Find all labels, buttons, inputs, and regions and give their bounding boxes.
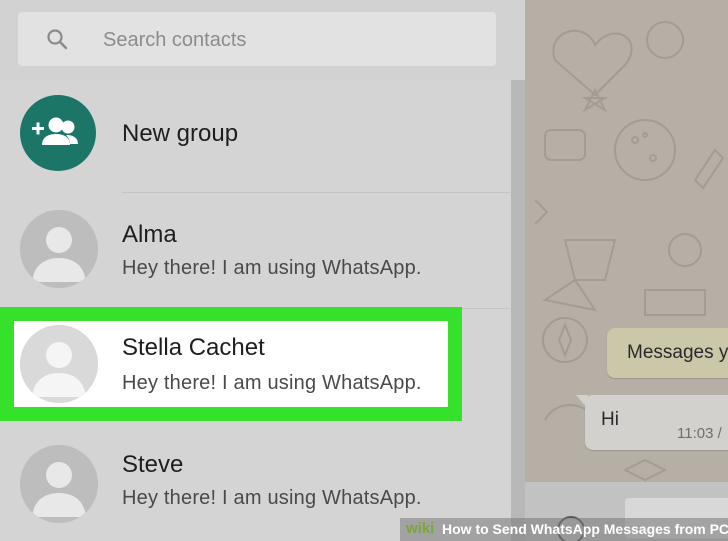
new-group-row[interactable]: New group <box>0 80 510 190</box>
contact-name: Alma <box>122 221 177 248</box>
chat-panel <box>525 0 728 541</box>
incoming-message-bubble: Messages y <box>607 328 728 378</box>
search-box[interactable] <box>18 12 496 66</box>
contact-status: Hey there! I am using WhatsApp. <box>122 487 422 509</box>
wikihow-logo: wiki <box>406 520 435 537</box>
avatar-icon <box>20 325 98 403</box>
contact-row-alma[interactable]: Alma Hey there! I am using WhatsApp. <box>0 193 510 307</box>
contact-name: Steve <box>122 451 184 478</box>
new-group-label: New group <box>122 120 239 147</box>
group-add-icon <box>20 95 96 171</box>
contact-status: Hey there! I am using WhatsApp. <box>122 257 422 279</box>
scrollbar[interactable] <box>511 80 525 541</box>
contacts-panel: New group Alma Hey there! I am using Wha… <box>0 0 525 541</box>
search-icon[interactable] <box>46 28 68 50</box>
search-input[interactable] <box>103 26 473 54</box>
avatar-icon <box>20 445 98 523</box>
wikihow-watermark: wiki How to Send WhatsApp Messages from … <box>400 518 728 541</box>
search-bar <box>0 0 525 80</box>
contact-name: Stella Cachet <box>122 334 265 361</box>
avatar-icon <box>20 210 98 288</box>
message-text: Messages y <box>627 342 728 363</box>
watermark-title: How to Send WhatsApp Messages from PC <box>442 521 728 537</box>
contact-row-stella-cachet[interactable]: Stella Cachet Hey there! I am using What… <box>0 307 462 421</box>
outgoing-message-bubble: Hi 11:03 / <box>585 395 728 450</box>
message-timestamp: 11:03 / <box>677 425 722 442</box>
chat-wallpaper <box>534 21 725 482</box>
contact-status: Hey there! I am using WhatsApp. <box>122 372 422 394</box>
message-text: Hi <box>601 409 619 430</box>
